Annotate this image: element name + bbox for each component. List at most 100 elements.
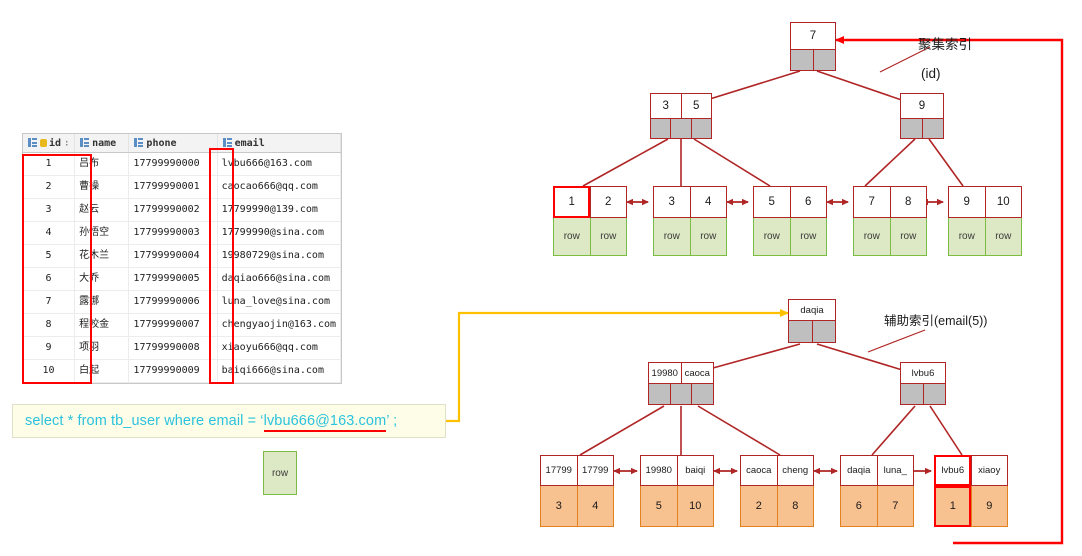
- clustered-leaf-0-key-1: 2: [591, 187, 627, 217]
- sort-indicator-icon[interactable]: ∶: [64, 139, 69, 149]
- clustered-internal-0-key-0: 3: [651, 94, 682, 118]
- clustered-internal-0-pointers: [650, 119, 712, 139]
- clustered-internal-node-0[interactable]: 3 5: [650, 93, 712, 139]
- pointer-cell: [901, 384, 924, 404]
- clustered-leaf-0-value-0: row: [554, 218, 591, 255]
- secondary-internal-1-key-0: lvbu6: [901, 363, 945, 383]
- clustered-index-key-label: (id): [921, 66, 941, 81]
- column-icon: [28, 138, 37, 147]
- clustered-leaf-1-key-1: 4: [691, 187, 727, 217]
- secondary-leaf-1-keys: 19980baiqi: [640, 455, 714, 486]
- secondary-leaf-4-value-1: 9: [972, 486, 1008, 526]
- cell-email: 17799990@sina.com: [217, 222, 340, 245]
- secondary-internal-node-0[interactable]: 19980 caoca: [648, 362, 714, 405]
- cell-email: luna_love@sina.com: [217, 291, 340, 314]
- secondary-leaf-0-values: 34: [540, 486, 614, 527]
- clustered-root-node[interactable]: 7: [790, 22, 836, 71]
- column-header-email-label: email: [235, 138, 265, 149]
- clustered-leaf-2-value-1: row: [791, 218, 827, 255]
- primary-key-icon: [40, 139, 47, 147]
- clustered-leaf-3-keys: 78: [853, 186, 927, 218]
- pointer-cell: [791, 50, 814, 70]
- clustered-leaf-2[interactable]: 56rowrow: [753, 186, 827, 256]
- secondary-root-node[interactable]: daqia: [788, 299, 836, 343]
- clustered-internal-0-keys: 3 5: [650, 93, 712, 119]
- secondary-leaf-2-value-0: 2: [741, 486, 778, 526]
- table-header-row: id∶ name: [23, 134, 341, 153]
- clustered-leaf-2-key-1: 6: [791, 187, 827, 217]
- clustered-leaf-0-key-highlight: [553, 186, 590, 218]
- secondary-leaf-2-key-0: caoca: [741, 456, 778, 485]
- cell-email: lvbu666@163.com: [217, 153, 340, 176]
- pointer-cell: [692, 384, 713, 404]
- clustered-leaf-3[interactable]: 78rowrow: [853, 186, 927, 256]
- cell-email: xiaoyu666@qq.com: [217, 337, 340, 360]
- clustered-leaf-0-value-1: row: [591, 218, 627, 255]
- clustered-leaf-1-values: rowrow: [653, 218, 727, 256]
- pointer-cell: [789, 321, 813, 342]
- secondary-leaf-3-key-0: daqia: [841, 456, 878, 485]
- pointer-cell: [924, 384, 946, 404]
- cell-phone: 17799990009: [129, 360, 217, 383]
- secondary-leaf-1[interactable]: 19980baiqi510: [640, 455, 714, 527]
- secondary-leaf-4-key-highlight: [934, 455, 971, 486]
- clustered-internal-1-pointers: [900, 119, 944, 139]
- secondary-internal-1-keys: lvbu6: [900, 362, 946, 384]
- clustered-leaf-0-values: rowrow: [553, 218, 627, 256]
- pointer-cell: [671, 384, 693, 404]
- clustered-leaf-3-value-0: row: [854, 218, 891, 255]
- clustered-leaf-4-keys: 910: [948, 186, 1022, 218]
- secondary-leaf-3-key-1: luna_: [878, 456, 914, 485]
- clustered-index-label: 聚集索引: [918, 33, 972, 53]
- cell-phone: 17799990008: [129, 337, 217, 360]
- pointer-cell: [651, 119, 671, 138]
- clustered-leaf-2-keys: 56: [753, 186, 827, 218]
- column-header-phone[interactable]: phone: [129, 134, 217, 153]
- secondary-leaf-4-key-1: xiaoy: [972, 456, 1008, 485]
- clustered-internal-1-key-0: 9: [901, 94, 943, 118]
- pointer-cell: [692, 119, 711, 138]
- clustered-leaf-2-key-0: 5: [754, 187, 791, 217]
- cell-email: daqiao666@sina.com: [217, 268, 340, 291]
- pointer-cell: [671, 119, 691, 138]
- clustered-leaf-2-value-0: row: [754, 218, 791, 255]
- secondary-leaf-2-key-1: cheng: [778, 456, 814, 485]
- pointer-cell: [813, 321, 836, 342]
- cell-phone: 17799990002: [129, 199, 217, 222]
- cell-email: 19980729@sina.com: [217, 245, 340, 268]
- secondary-internal-0-key-1: caoca: [682, 363, 714, 383]
- clustered-leaf-4-values: rowrow: [948, 218, 1022, 256]
- column-header-email[interactable]: email: [217, 134, 340, 153]
- secondary-leaf-3[interactable]: daqialuna_67: [840, 455, 914, 527]
- clustered-leaf-3-value-1: row: [891, 218, 927, 255]
- diagram-canvas: id∶ name: [0, 0, 1082, 556]
- clustered-root-pointers: [790, 50, 836, 71]
- secondary-internal-node-1[interactable]: lvbu6: [900, 362, 946, 405]
- cell-phone: 17799990007: [129, 314, 217, 337]
- column-icon: [223, 138, 232, 147]
- clustered-root-key-0: 7: [791, 23, 835, 49]
- secondary-leaf-2[interactable]: caocacheng28: [740, 455, 814, 527]
- secondary-root-key-0: daqia: [789, 300, 835, 320]
- secondary-leaf-2-value-1: 8: [778, 486, 814, 526]
- clustered-leaf-4-value-1: row: [986, 218, 1022, 255]
- secondary-leaf-0-value-0: 3: [541, 486, 578, 526]
- clustered-leaf-1-value-0: row: [654, 218, 691, 255]
- clustered-leaf-4[interactable]: 910rowrow: [948, 186, 1022, 256]
- clustered-leaf-3-values: rowrow: [853, 218, 927, 256]
- secondary-leaf-3-values: 67: [840, 486, 914, 527]
- secondary-leaf-1-key-1: baiqi: [678, 456, 714, 485]
- secondary-leaf-3-keys: daqialuna_: [840, 455, 914, 486]
- cell-phone: 17799990001: [129, 176, 217, 199]
- secondary-leaf-3-value-0: 6: [841, 486, 878, 526]
- clustered-leaf-1[interactable]: 34rowrow: [653, 186, 727, 256]
- column-header-id-label: id: [49, 138, 61, 149]
- clustered-leaf-3-key-1: 8: [891, 187, 927, 217]
- secondary-leaf-0[interactable]: 177991779934: [540, 455, 614, 527]
- clustered-leaf-1-value-1: row: [691, 218, 727, 255]
- clustered-internal-node-1[interactable]: 9: [900, 93, 944, 139]
- secondary-leaf-1-value-0: 5: [641, 486, 678, 526]
- column-header-name[interactable]: name: [75, 134, 129, 153]
- column-header-id[interactable]: id∶: [23, 134, 75, 153]
- pointer-cell: [923, 119, 944, 138]
